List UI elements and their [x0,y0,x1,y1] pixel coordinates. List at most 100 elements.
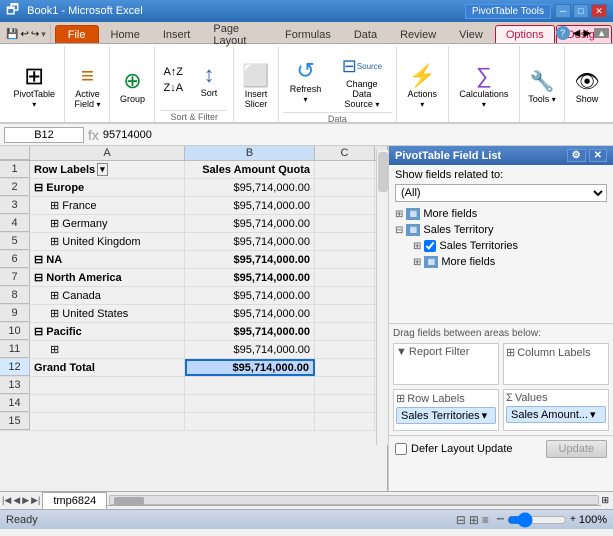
nav-left-btn[interactable]: ◀ [573,28,581,39]
col-header-b[interactable]: B [185,146,315,160]
cell-b3[interactable]: $95,714,000.00 [185,197,315,214]
calculations-button[interactable]: ∑ Calculations ▾ [453,60,515,112]
values-area[interactable]: Σ Values Sales Amount... ▾ [503,389,609,431]
tab-review[interactable]: Review [389,25,447,43]
cell-c3[interactable] [315,197,375,214]
cell-b10[interactable]: $95,714,000.00 [185,323,315,340]
cell-a4[interactable]: ⊞ Germany [30,215,185,232]
group-button[interactable]: ⊕ Group [114,65,150,107]
save-quick-btn[interactable]: 💾 [6,29,18,40]
row-labels-chip[interactable]: Sales Territories ▾ [396,407,496,424]
tab-page-layout[interactable]: Page Layout [202,25,273,43]
tab-file[interactable]: File [55,25,99,43]
show-button[interactable]: 👁 Show [569,65,605,107]
cell-b6[interactable]: $95,714,000.00 [185,251,315,268]
cell-c6[interactable] [315,251,375,268]
quick-arrow[interactable]: ▾ [41,29,46,40]
cell-c12[interactable] [315,359,375,376]
cell-b1[interactable]: Sales Amount Quota [185,161,315,178]
help-button[interactable]: ? [556,26,570,40]
cell-a2[interactable]: ⊟ Europe [30,179,185,196]
active-field-button[interactable]: ≡ ActiveField ▾ [69,60,105,112]
close-button[interactable]: ✕ [591,4,607,18]
cell-c5[interactable] [315,233,375,250]
tab-next-btn[interactable]: ▶ [22,495,29,506]
cell-c14[interactable] [315,395,375,412]
tab-home[interactable]: Home [100,25,151,43]
cell-c1[interactable] [315,161,375,178]
cell-b8[interactable]: $95,714,000.00 [185,287,315,304]
cell-b7[interactable]: $95,714,000.00 [185,269,315,286]
cell-c13[interactable] [315,377,375,394]
tab-prev-btn[interactable]: ◀ [13,495,20,506]
tab-formulas[interactable]: Formulas [274,25,342,43]
cell-a3[interactable]: ⊞ France [30,197,185,214]
cell-a5[interactable]: ⊞ United Kingdom [30,233,185,250]
cell-a13[interactable] [30,377,185,394]
collapse-ribbon-btn[interactable]: ▲ [594,28,609,38]
tab-last-btn[interactable]: ▶| [31,495,40,506]
minimize-button[interactable]: ─ [555,4,571,18]
sort-za-button[interactable]: Z↓A [161,81,185,95]
cell-c8[interactable] [315,287,375,304]
values-chip[interactable]: Sales Amount... ▾ [506,406,606,423]
normal-view-btn[interactable]: ⊟ [456,513,466,527]
tab-data[interactable]: Data [343,25,388,43]
tab-options[interactable]: Options [495,25,555,43]
zoom-slider[interactable] [507,515,567,525]
cell-b2[interactable]: $95,714,000.00 [185,179,315,196]
field-list-close-btn[interactable]: ✕ [589,149,607,162]
refresh-button[interactable]: ↺ Refresh ▾ [283,55,328,107]
nav-right-btn[interactable]: ▶ [583,28,591,39]
cell-b15[interactable] [185,413,315,430]
cell-c2[interactable] [315,179,375,196]
cell-b4[interactable]: $95,714,000.00 [185,215,315,232]
page-break-view-btn[interactable]: ≡ [482,513,489,527]
vertical-scrollbar[interactable] [376,150,388,445]
sort-az-button[interactable]: A↑Z [161,65,185,79]
redo-quick-btn[interactable]: ↪ [31,29,39,40]
sheet-tab-tmp6824[interactable]: tmp6824 [42,492,107,509]
cell-c11[interactable] [315,341,375,358]
cell-a8[interactable]: ⊞ Canada [30,287,185,304]
cell-b9[interactable]: $95,714,000.00 [185,305,315,322]
cell-b14[interactable] [185,395,315,412]
sheet-add-icon[interactable]: ⊞ [601,495,609,506]
h-scrollbar[interactable] [109,495,599,505]
name-box[interactable]: B12 [4,127,84,143]
cell-b11[interactable]: $95,714,000.00 [185,341,315,358]
field-list-options-btn[interactable]: ⚙ [567,149,586,162]
column-labels-area[interactable]: ⊞ Column Labels [503,343,609,385]
cell-c15[interactable] [315,413,375,430]
change-data-source-button[interactable]: ⊟Source Change DataSource ▾ [332,50,392,112]
cell-b12[interactable]: $95,714,000.00 [185,359,315,376]
cell-a10[interactable]: ⊟ Pacific [30,323,185,340]
cell-a7[interactable]: ⊟ North America [30,269,185,286]
formula-input[interactable]: 95714000 [103,129,609,141]
cell-a1[interactable]: Row Labels ▾ [30,161,185,178]
col-header-c[interactable]: C [315,146,375,160]
defer-checkbox[interactable] [395,443,407,455]
cell-a12[interactable]: Grand Total [30,359,185,376]
sort-button[interactable]: ↕ Sort [191,59,227,101]
more-fields-item-1[interactable]: ⊞ ▦ More fields [393,206,609,222]
tab-insert[interactable]: Insert [152,25,202,43]
actions-button[interactable]: ⚡ Actions ▾ [401,60,444,112]
zoom-out-btn[interactable]: ─ [497,514,504,525]
cell-c9[interactable] [315,305,375,322]
sales-territory-item[interactable]: ⊟ ▦ Sales Territory [393,222,609,238]
cell-a11[interactable]: ⊞ [30,341,185,358]
cell-c10[interactable] [315,323,375,340]
cell-b13[interactable] [185,377,315,394]
cell-c4[interactable] [315,215,375,232]
cell-b5[interactable]: $95,714,000.00 [185,233,315,250]
more-fields-item-2[interactable]: ⊞ ▦ More fields [393,254,609,270]
row-labels-area[interactable]: ⊞ Row Labels Sales Territories ▾ [393,389,499,431]
tab-first-btn[interactable]: |◀ [2,495,11,506]
tools-button[interactable]: 🔧 Tools ▾ [524,65,560,107]
tab-view[interactable]: View [448,25,494,43]
insert-slicer-button[interactable]: ⬜ InsertSlicer [238,60,274,112]
cell-a15[interactable] [30,413,185,430]
cell-a14[interactable] [30,395,185,412]
col-header-a[interactable]: A [30,146,185,160]
